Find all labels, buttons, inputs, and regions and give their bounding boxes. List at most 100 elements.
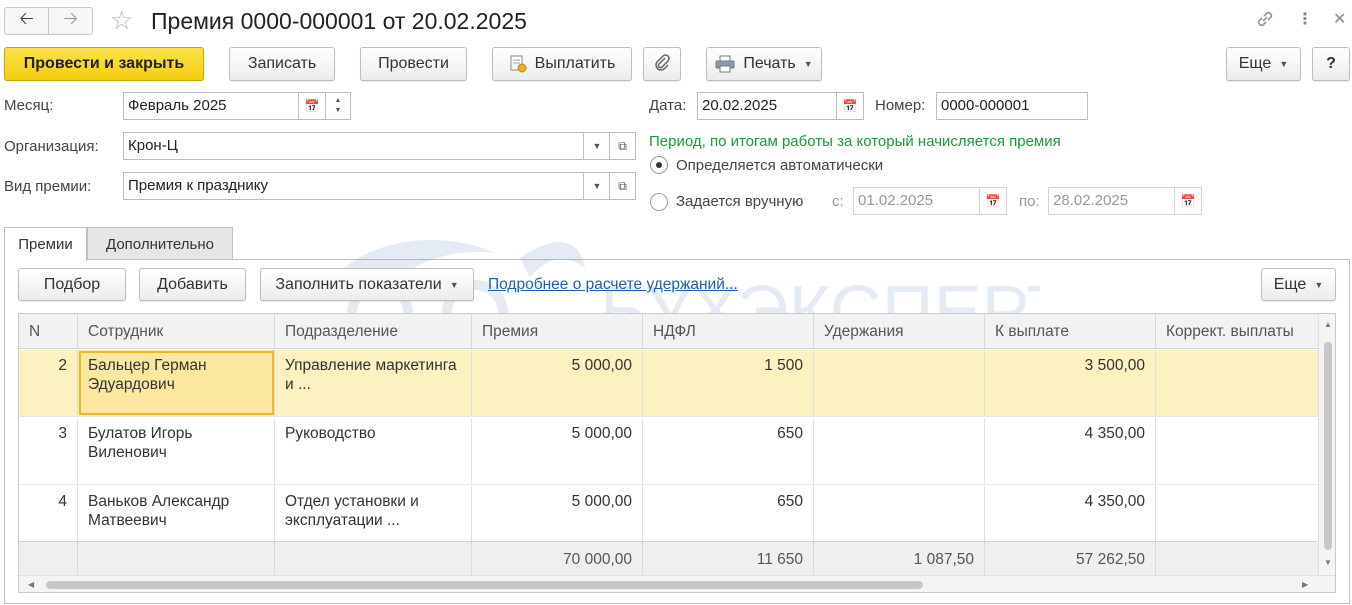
department-cell[interactable]: Руководство [275, 418, 472, 484]
to-field[interactable]: 28.02.2025 [1048, 187, 1176, 215]
column-header[interactable]: Сотрудник [78, 314, 275, 348]
bonus-cell[interactable]: 5 000,00 [472, 486, 643, 541]
month-label: Месяц: [4, 97, 54, 114]
totals-empty-cell [19, 542, 78, 576]
back-arrow-icon: 🡠 [19, 8, 34, 28]
tab-additional[interactable]: Дополнительно [87, 227, 233, 260]
scroll-right-icon[interactable]: ▶ [1302, 580, 1308, 589]
correction-cell[interactable] [1156, 486, 1319, 541]
column-header[interactable]: N [19, 314, 78, 348]
post-and-close-button[interactable]: Провести и закрыть [4, 47, 204, 81]
tab-additional-label: Дополнительно [106, 235, 214, 253]
table-row[interactable]: 3 Булатов Игорь Виленович Руководство 5 … [19, 418, 1319, 485]
column-header[interactable]: К выплате [985, 314, 1156, 348]
month-calendar-button[interactable]: 📅 [298, 92, 326, 120]
from-field[interactable]: 01.02.2025 [853, 187, 981, 215]
payout-cell[interactable]: 4 350,00 [985, 418, 1156, 484]
help-button[interactable]: ? [1312, 47, 1350, 81]
bonus-table[interactable]: N Сотрудник Подразделение Премия НДФЛ Уд… [18, 313, 1336, 593]
deductions-cell[interactable] [814, 418, 985, 484]
column-header[interactable]: Подразделение [275, 314, 472, 348]
to-label: по: [1019, 193, 1040, 210]
back-button[interactable]: 🡠 [4, 7, 49, 35]
save-button[interactable]: Записать [229, 47, 335, 81]
horizontal-scroll-thumb[interactable] [46, 581, 923, 589]
dropdown-icon: ▼ [592, 181, 602, 191]
employee-cell[interactable]: Булатов Игорь Виленович [78, 418, 275, 484]
more-button[interactable]: Еще ▼ [1226, 47, 1301, 81]
fill-indicators-button[interactable]: Заполнить показатели ▼ [260, 268, 474, 301]
link-icon[interactable] [1254, 8, 1276, 36]
to-calendar-button[interactable]: 📅 [1174, 187, 1202, 215]
attach-button[interactable] [643, 47, 681, 81]
chevron-down-icon: ▼ [1314, 279, 1324, 290]
star-icon[interactable]: ☆ [110, 6, 133, 34]
column-header[interactable]: Удержания [814, 314, 985, 348]
tab-bonuses[interactable]: Премии [4, 227, 87, 261]
radio-auto[interactable] [650, 156, 668, 174]
pay-button[interactable]: Выплатить [492, 47, 632, 81]
month-field[interactable]: Февраль 2025 [123, 92, 299, 120]
date-calendar-button[interactable]: 📅 [836, 92, 864, 120]
chevron-down-icon: ▼ [449, 279, 459, 290]
date-field[interactable]: 20.02.2025 [697, 92, 837, 120]
chevron-down-icon: ▼ [334, 107, 342, 114]
scroll-left-icon[interactable]: ◀ [28, 580, 34, 589]
radio-manual[interactable] [650, 193, 668, 211]
table-row[interactable]: 4 Ваньков Александр Матвеевич Отдел уста… [19, 486, 1319, 541]
month-stepper[interactable]: ▲ ▼ [325, 92, 351, 120]
totals-empty-cell [78, 542, 275, 576]
ndfl-cell[interactable]: 650 [643, 486, 814, 541]
column-header[interactable]: Премия [472, 314, 643, 348]
correction-cell[interactable] [1156, 418, 1319, 484]
department-cell[interactable]: Отдел установки и эксплуатации ... [275, 486, 472, 541]
printer-icon [715, 55, 735, 73]
forward-button[interactable]: 🡢 [48, 7, 93, 35]
table-row[interactable]: 2 Бальцер Герман Эдуардович Управление м… [19, 350, 1319, 417]
ndfl-cell[interactable]: 650 [643, 418, 814, 484]
tab-bonuses-label: Премии [18, 236, 73, 253]
kebab-menu-icon[interactable]: ⋮ [1297, 8, 1313, 32]
ndfl-cell[interactable]: 1 500 [643, 350, 814, 416]
column-header[interactable]: Коррект. выплаты [1156, 314, 1319, 348]
vertical-scrollbar[interactable]: ▲ ▼ [1318, 314, 1335, 576]
post-button[interactable]: Провести [360, 47, 467, 81]
table-more-button[interactable]: Еще ▼ [1261, 268, 1336, 301]
add-button[interactable]: Добавить [139, 268, 246, 301]
organization-dropdown-button[interactable]: ▼ [583, 132, 611, 160]
from-calendar-button[interactable]: 📅 [979, 187, 1007, 215]
deductions-cell[interactable] [814, 486, 985, 541]
payout-cell[interactable]: 3 500,00 [985, 350, 1156, 416]
payout-cell[interactable]: 4 350,00 [985, 486, 1156, 541]
scroll-up-icon[interactable]: ▲ [1324, 320, 1332, 329]
deductions-cell[interactable] [814, 350, 985, 416]
chevron-down-icon: ▼ [1279, 59, 1289, 69]
bonus-cell[interactable]: 5 000,00 [472, 350, 643, 416]
vertical-scroll-thumb[interactable] [1324, 342, 1332, 550]
horizontal-scrollbar[interactable]: ◀ ▶ [19, 575, 1335, 592]
pick-button[interactable]: Подбор [18, 268, 126, 301]
scroll-down-icon[interactable]: ▼ [1324, 558, 1332, 567]
open-icon: ⧉ [618, 178, 627, 193]
organization-open-button[interactable]: ⧉ [609, 132, 636, 160]
close-icon[interactable]: ✕ [1333, 8, 1346, 32]
post-label: Провести [378, 55, 449, 72]
department-cell[interactable]: Управление маркетинга и ... [275, 350, 472, 416]
employee-cell[interactable]: Бальцер Герман Эдуардович [78, 350, 275, 416]
bonus-cell[interactable]: 5 000,00 [472, 418, 643, 484]
print-button[interactable]: Печать ▼ [706, 47, 822, 81]
bonus-type-field[interactable]: Премия к празднику [123, 172, 584, 200]
column-header[interactable]: НДФЛ [643, 314, 814, 348]
bonus-type-open-button[interactable]: ⧉ [609, 172, 636, 200]
bonus-type-dropdown-button[interactable]: ▼ [583, 172, 611, 200]
organization-field[interactable]: Крон-Ц [123, 132, 584, 160]
bonus-type-label: Вид премии: [4, 178, 92, 195]
employee-cell[interactable]: Ваньков Александр Матвеевич [78, 486, 275, 541]
calendar-icon: 📅 [304, 99, 320, 113]
total-ndfl: 11 650 [643, 542, 814, 576]
correction-cell[interactable] [1156, 350, 1319, 416]
fill-indicators-label: Заполнить показатели [275, 275, 442, 293]
deductions-details-link[interactable]: Подробнее о расчете удержаний... [488, 275, 738, 295]
save-label: Записать [247, 55, 317, 72]
number-field[interactable]: 0000-000001 [936, 92, 1088, 120]
